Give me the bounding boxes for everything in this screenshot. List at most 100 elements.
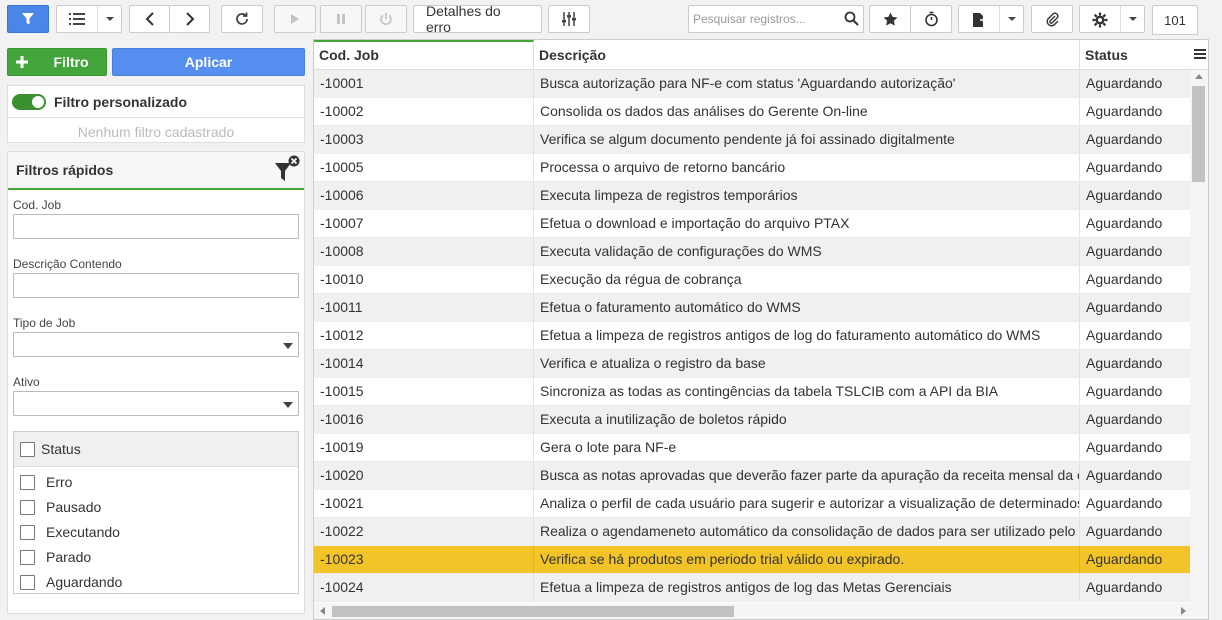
- cell-descricao: Verifica e atualiza o registro da base: [534, 350, 1080, 377]
- export-button[interactable]: [958, 5, 1024, 33]
- status-option-executando[interactable]: Executando: [14, 520, 298, 545]
- table-row[interactable]: -10016 Executa a inutilização de boletos …: [314, 406, 1190, 434]
- cell-descricao: Efetua o faturamento automático do WMS: [534, 294, 1080, 321]
- cell-cod-job: -10021: [314, 490, 534, 517]
- cell-status: Aguardando: [1086, 271, 1163, 287]
- table-row[interactable]: -10008 Executa validação de configurações…: [314, 238, 1190, 266]
- cell-cod-job: -10002: [314, 98, 534, 125]
- list-view-button[interactable]: [56, 5, 122, 33]
- cell-descricao: Efetua a limpeza de registros antigos de…: [534, 322, 1080, 349]
- horizontal-scrollbar[interactable]: [314, 603, 1208, 619]
- clear-filter-icon[interactable]: [274, 155, 300, 188]
- cell-cod-job: -10024: [314, 574, 534, 601]
- timer-button[interactable]: [910, 5, 952, 33]
- custom-filter-toggle[interactable]: [12, 94, 46, 110]
- column-menu-icon[interactable]: [1194, 47, 1206, 63]
- refresh-button[interactable]: [221, 5, 263, 33]
- status-option-label: Erro: [46, 474, 73, 490]
- chevron-down-icon[interactable]: [97, 6, 121, 32]
- cell-cod-job: -10023: [314, 546, 534, 573]
- cell-status: Aguardando: [1086, 383, 1163, 399]
- status-option-erro[interactable]: Erro: [14, 470, 298, 495]
- settings-button[interactable]: [1079, 5, 1145, 33]
- scroll-right-icon[interactable]: [1181, 607, 1186, 615]
- description-input[interactable]: [13, 273, 299, 298]
- status-option-aguardando[interactable]: Aguardando: [14, 570, 298, 595]
- toolbar: Detalhes do erro 101: [0, 0, 1222, 40]
- table-row[interactable]: -10011 Efetua o faturamento automático do…: [314, 294, 1190, 322]
- table-row[interactable]: -10007 Efetua o download e importação do …: [314, 210, 1190, 238]
- table-row[interactable]: -10012 Efetua a limpeza de registros anti…: [314, 322, 1190, 350]
- attachments-button[interactable]: [1031, 5, 1073, 33]
- cell-descricao: Execução da régua de cobrança: [534, 266, 1080, 293]
- table-row[interactable]: -10022 Realiza o agendameneto automático …: [314, 518, 1190, 546]
- table-row[interactable]: -10014 Verifica e atualiza o registro da …: [314, 350, 1190, 378]
- table-row[interactable]: -10023 Verifica se há produtos em periodo…: [314, 546, 1190, 574]
- column-header-cod-job[interactable]: Cod. Job: [314, 40, 534, 70]
- status-option-label: Executando: [46, 524, 120, 540]
- jobs-grid: Cod. Job Descrição Status -10001 Busca au…: [313, 39, 1209, 620]
- table-row[interactable]: -10021 Analiza o perfil de cada usuário p…: [314, 490, 1190, 518]
- checkbox[interactable]: [20, 550, 35, 565]
- apply-button[interactable]: Aplicar: [112, 48, 305, 76]
- stopwatch-icon: [924, 11, 939, 27]
- active-select[interactable]: [13, 391, 299, 416]
- checkbox[interactable]: [20, 500, 35, 515]
- cell-descricao: Sincroniza as todas as contingências da …: [534, 378, 1080, 405]
- vertical-scroll-thumb[interactable]: [1192, 86, 1205, 182]
- custom-filter-title: Filtro personalizado: [54, 94, 188, 110]
- chevron-down-icon[interactable]: [999, 6, 1023, 32]
- table-row[interactable]: -10001 Busca autorização para NF-e com st…: [314, 70, 1190, 98]
- vertical-scrollbar[interactable]: [1190, 70, 1208, 603]
- status-all-checkbox[interactable]: [20, 442, 35, 457]
- cell-status: Aguardando: [1086, 411, 1163, 427]
- status-option-label: Parado: [46, 549, 92, 565]
- add-filter-button[interactable]: Filtro: [7, 48, 107, 76]
- search-input[interactable]: [689, 6, 839, 32]
- table-row[interactable]: -10003 Verifica se algum documento penden…: [314, 126, 1190, 154]
- cell-cod-job: -10020: [314, 462, 534, 489]
- status-option-pausado[interactable]: Pausado: [14, 495, 298, 520]
- checkbox[interactable]: [20, 475, 35, 490]
- table-row[interactable]: -10019 Gera o lote para NF-e Aguardando: [314, 434, 1190, 462]
- error-details-button[interactable]: Detalhes do erro: [413, 3, 542, 35]
- stop-button[interactable]: [365, 5, 407, 33]
- cell-cod-job: -10005: [314, 154, 534, 181]
- pause-button[interactable]: [320, 5, 362, 33]
- table-row[interactable]: -10002 Consolida os dados das análises do…: [314, 98, 1190, 126]
- checkbox[interactable]: [20, 575, 35, 590]
- job-type-select[interactable]: [13, 332, 299, 357]
- status-title: Status: [41, 441, 81, 457]
- cod-job-input[interactable]: [13, 214, 299, 239]
- record-count: 101: [1152, 5, 1198, 35]
- cell-status: Aguardando: [1086, 299, 1163, 315]
- table-row[interactable]: -10020 Busca as notas aprovadas que dever…: [314, 462, 1190, 490]
- cell-descricao: Busca as notas aprovadas que deverão faz…: [534, 462, 1080, 489]
- scroll-left-icon[interactable]: [320, 607, 325, 615]
- column-header-descricao[interactable]: Descrição: [534, 40, 1080, 70]
- horizontal-scroll-thumb[interactable]: [332, 606, 734, 617]
- cell-descricao: Verifica se há produtos em periodo trial…: [534, 546, 1080, 573]
- table-row[interactable]: -10015 Sincroniza as todas as contingênci…: [314, 378, 1190, 406]
- chevron-down-icon[interactable]: [1120, 6, 1144, 32]
- column-header-status[interactable]: Status: [1080, 40, 1188, 70]
- search-icon[interactable]: [844, 11, 859, 29]
- table-row[interactable]: -10024 Efetua a limpeza de registros anti…: [314, 574, 1190, 602]
- cell-cod-job: -10022: [314, 518, 534, 545]
- table-row[interactable]: -10010 Execução da régua de cobrança Aguar…: [314, 266, 1190, 294]
- table-row[interactable]: -10005 Processa o arquivo de retorno banc…: [314, 154, 1190, 182]
- previous-record-button[interactable]: [129, 5, 170, 33]
- cell-descricao: Analiza o perfil de cada usuário para su…: [534, 490, 1080, 517]
- favorite-button[interactable]: [869, 5, 911, 33]
- next-record-button[interactable]: [169, 5, 210, 33]
- filter-toggle-button[interactable]: [7, 5, 49, 33]
- table-row[interactable]: -10006 Executa limpeza de registros tempo…: [314, 182, 1190, 210]
- scroll-up-icon[interactable]: [1195, 74, 1203, 79]
- cell-descricao: Executa validação de configurações do WM…: [534, 238, 1080, 265]
- status-option-parado[interactable]: Parado: [14, 545, 298, 570]
- play-button[interactable]: [274, 5, 316, 33]
- column-settings-button[interactable]: [548, 5, 590, 33]
- search-box: [688, 5, 864, 33]
- cell-status: Aguardando: [1086, 439, 1163, 455]
- checkbox[interactable]: [20, 525, 35, 540]
